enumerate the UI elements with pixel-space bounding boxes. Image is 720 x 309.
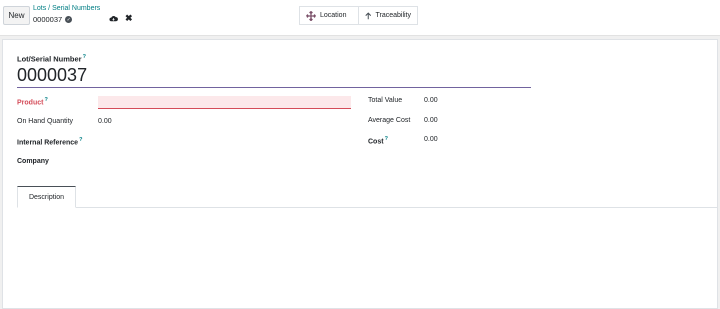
location-button[interactable]: Location (300, 7, 358, 24)
new-button[interactable]: New (3, 6, 30, 25)
discard-icon[interactable]: ✖ (125, 13, 133, 24)
smart-buttons: Location Traceability (299, 6, 418, 25)
internal-reference-label: Internal Reference? (17, 137, 83, 147)
traceability-label: Traceability (375, 12, 411, 19)
total-value: 0.00 (424, 97, 438, 104)
record-name: 0000037 ✓ (33, 15, 73, 24)
product-input[interactable] (98, 96, 351, 109)
lot-serial-input[interactable]: 0000037 (17, 65, 531, 88)
lot-serial-label: Lot/Serial Number? (17, 54, 86, 64)
breadcrumb-lots[interactable]: Lots / Serial Numbers (33, 5, 100, 12)
notebook-divider (17, 207, 717, 208)
average-cost-value: 0.00 (424, 117, 438, 124)
move-arrows-icon (306, 10, 316, 21)
tab-description[interactable]: Description (17, 186, 76, 208)
arrow-up-icon (365, 11, 372, 19)
total-value-label: Total Value (368, 97, 403, 104)
record-name-text: 0000037 (33, 15, 63, 24)
cloud-save-icon[interactable] (109, 14, 118, 23)
location-label: Location (320, 12, 347, 19)
form-sheet: Lot/Serial Number? 0000037 Product? On H… (2, 39, 718, 309)
traceability-button[interactable]: Traceability (358, 7, 417, 24)
company-label: Company (17, 158, 49, 165)
on-hand-value: 0.00 (98, 118, 112, 125)
check-circle-icon[interactable]: ✓ (65, 16, 73, 23)
product-label: Product? (17, 97, 48, 107)
on-hand-label: On Hand Quantity (17, 118, 74, 125)
cost-label: Cost? (368, 136, 388, 146)
average-cost-label: Average Cost (368, 117, 411, 124)
cost-value: 0.00 (424, 136, 438, 143)
control-panel: New Lots / Serial Numbers 0000037 ✓ ✖ Lo… (0, 0, 720, 36)
